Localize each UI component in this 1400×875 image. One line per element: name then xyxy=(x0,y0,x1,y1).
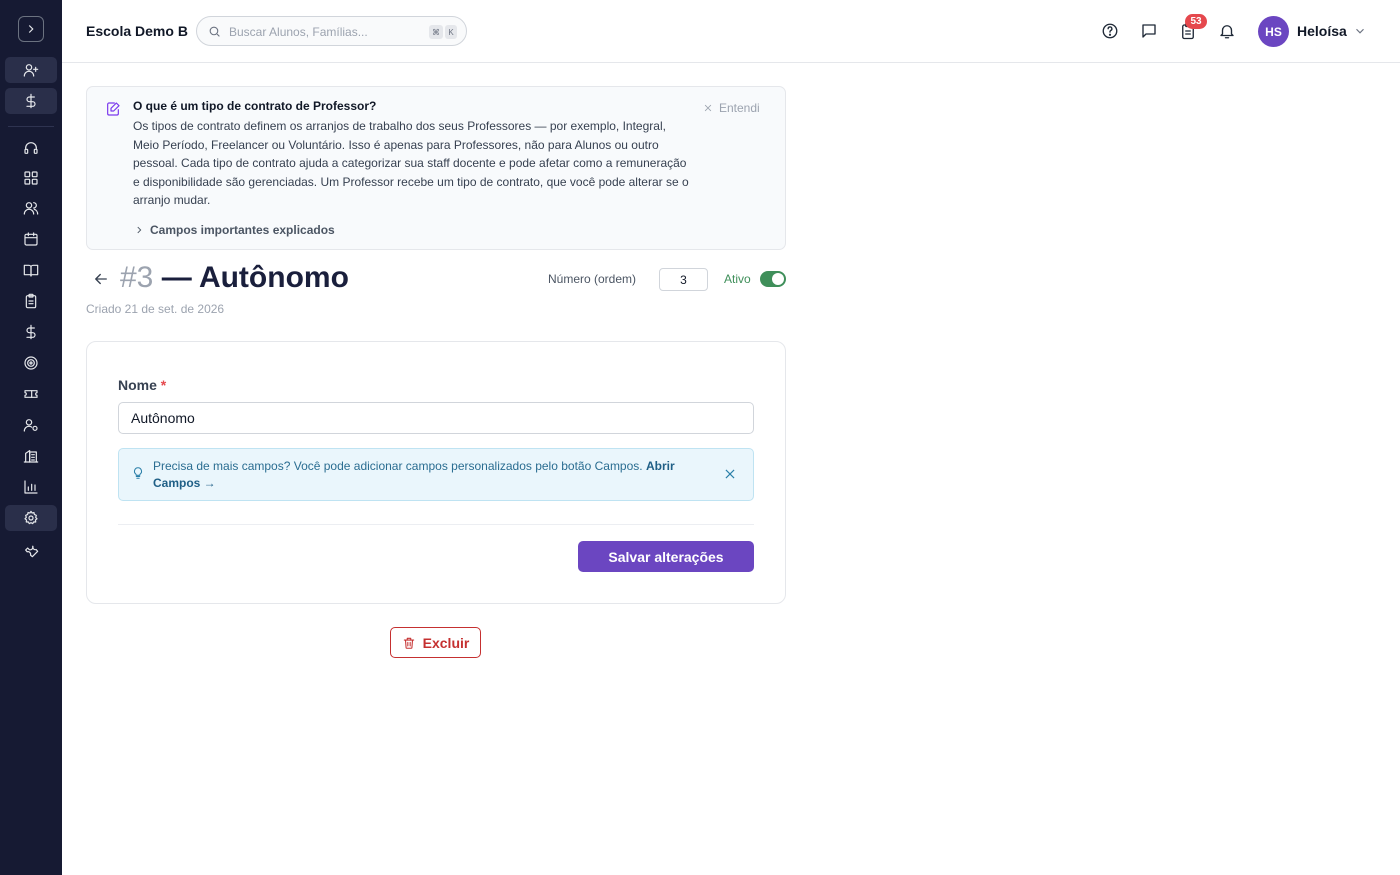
sidebar-item-add-user[interactable] xyxy=(5,57,57,83)
help-circle-icon xyxy=(1102,23,1118,39)
book-icon xyxy=(23,264,39,277)
required-mark: * xyxy=(160,377,167,393)
order-label: Número (ordem) xyxy=(548,272,637,286)
users-icon xyxy=(23,202,39,215)
edit-note-icon xyxy=(105,101,121,117)
dismiss-label: Entendi xyxy=(719,101,760,115)
dollar-icon xyxy=(26,324,36,340)
close-icon xyxy=(704,104,712,112)
kbd-key-cmd: ⌘ xyxy=(429,25,443,39)
back-button[interactable] xyxy=(92,270,110,288)
tip-text: Precisa de mais campos? Você pode adicio… xyxy=(153,458,713,492)
info-text: Os tipos de contrato definem os arranjos… xyxy=(133,119,689,208)
order-input[interactable] xyxy=(659,268,708,291)
user-settings-icon xyxy=(23,419,38,432)
target-icon xyxy=(24,356,38,370)
dollar-icon xyxy=(26,93,36,109)
info-title: O que é um tipo de contrato de Professor… xyxy=(133,99,377,113)
sidebar-item-dashboard[interactable] xyxy=(5,165,57,191)
sidebar-item-goals[interactable] xyxy=(5,350,57,376)
calendar-icon xyxy=(24,232,38,246)
notification-count-badge: 53 xyxy=(1185,14,1207,29)
chevron-down-icon xyxy=(1356,28,1364,34)
trash-icon xyxy=(403,637,414,649)
chevron-right-icon xyxy=(28,25,34,33)
fields-explained-toggle[interactable]: Campos importantes explicados xyxy=(134,223,335,237)
wrench-icon xyxy=(25,545,39,558)
sidebar-item-tasks[interactable] xyxy=(5,288,57,314)
school-name: Escola Demo B xyxy=(86,23,188,39)
custom-fields-tip: Precisa de mais campos? Você pode adicio… xyxy=(118,448,754,501)
avatar[interactable]: HS xyxy=(1258,16,1289,47)
close-icon xyxy=(725,469,735,479)
search-icon xyxy=(209,26,220,37)
sidebar-item-tickets[interactable] xyxy=(5,381,57,407)
search-input[interactable] xyxy=(229,23,419,41)
arrow-left-icon xyxy=(95,273,107,285)
close-tip-button[interactable] xyxy=(723,467,737,481)
global-search[interactable]: ⌘ K xyxy=(196,16,467,46)
bell-icon xyxy=(1220,25,1234,39)
save-button[interactable]: Salvar alterações xyxy=(578,541,754,572)
record-number: #3 xyxy=(120,261,154,294)
sidebar-item-payments[interactable] xyxy=(5,319,57,345)
message-square-icon xyxy=(1142,24,1156,38)
clipboard-icon xyxy=(25,293,37,309)
user-name[interactable]: Heloísa xyxy=(1297,23,1347,39)
sidebar-item-settings[interactable] xyxy=(5,505,57,531)
form-divider xyxy=(118,524,754,525)
dismiss-info-button[interactable]: Entendi xyxy=(703,101,760,115)
user-menu-toggle[interactable] xyxy=(1353,24,1367,38)
help-button[interactable] xyxy=(1099,20,1121,42)
sidebar-item-tools[interactable] xyxy=(5,537,57,563)
info-panel: O que é um tipo de contrato de Professor… xyxy=(86,86,786,250)
messages-button[interactable] xyxy=(1138,20,1160,42)
sidebar-item-finance[interactable] xyxy=(5,88,57,114)
kbd-key-k: K xyxy=(445,25,457,39)
tip-message: Precisa de mais campos? Você pode adicio… xyxy=(153,459,643,473)
sidebar-divider xyxy=(8,126,54,127)
chevron-right-icon xyxy=(137,226,142,234)
name-label-text: Nome xyxy=(118,377,157,393)
user-plus-icon xyxy=(23,64,39,77)
created-date: Criado 21 de set. de 2026 xyxy=(86,302,225,316)
ticket-icon xyxy=(24,390,38,398)
record-title: — Autônomo xyxy=(161,261,349,294)
notifications-button[interactable] xyxy=(1216,20,1238,42)
edit-form-card: Nome * Precisa de mais campos? Você pode… xyxy=(86,341,786,604)
gear-icon xyxy=(24,510,38,525)
active-label: Ativo xyxy=(724,272,751,286)
active-toggle[interactable] xyxy=(760,271,786,287)
sidebar-item-buildings[interactable] xyxy=(5,443,57,469)
headset-icon xyxy=(24,142,38,154)
sidebar xyxy=(0,0,62,875)
name-input[interactable] xyxy=(118,402,754,434)
sidebar-item-people[interactable] xyxy=(5,195,57,221)
sidebar-item-calendar[interactable] xyxy=(5,226,57,252)
sidebar-expand-button[interactable] xyxy=(18,16,44,42)
sidebar-item-support[interactable] xyxy=(5,135,57,161)
top-header: Escola Demo B ⌘ K xyxy=(62,0,1400,63)
sidebar-item-reports[interactable] xyxy=(5,474,57,500)
sidebar-item-courses[interactable] xyxy=(5,257,57,283)
delete-button[interactable]: Excluir xyxy=(390,627,481,658)
delete-label: Excluir xyxy=(422,634,470,651)
bar-chart-icon xyxy=(24,480,38,494)
sidebar-item-staff[interactable] xyxy=(5,412,57,438)
building-icon xyxy=(23,450,39,463)
dashboard-icon xyxy=(24,171,38,185)
name-label: Nome * xyxy=(118,377,166,393)
fields-explained-label: Campos importantes explicados xyxy=(150,223,335,237)
page-title: #3 — Autônomo xyxy=(120,261,349,295)
lightbulb-icon xyxy=(131,466,145,480)
